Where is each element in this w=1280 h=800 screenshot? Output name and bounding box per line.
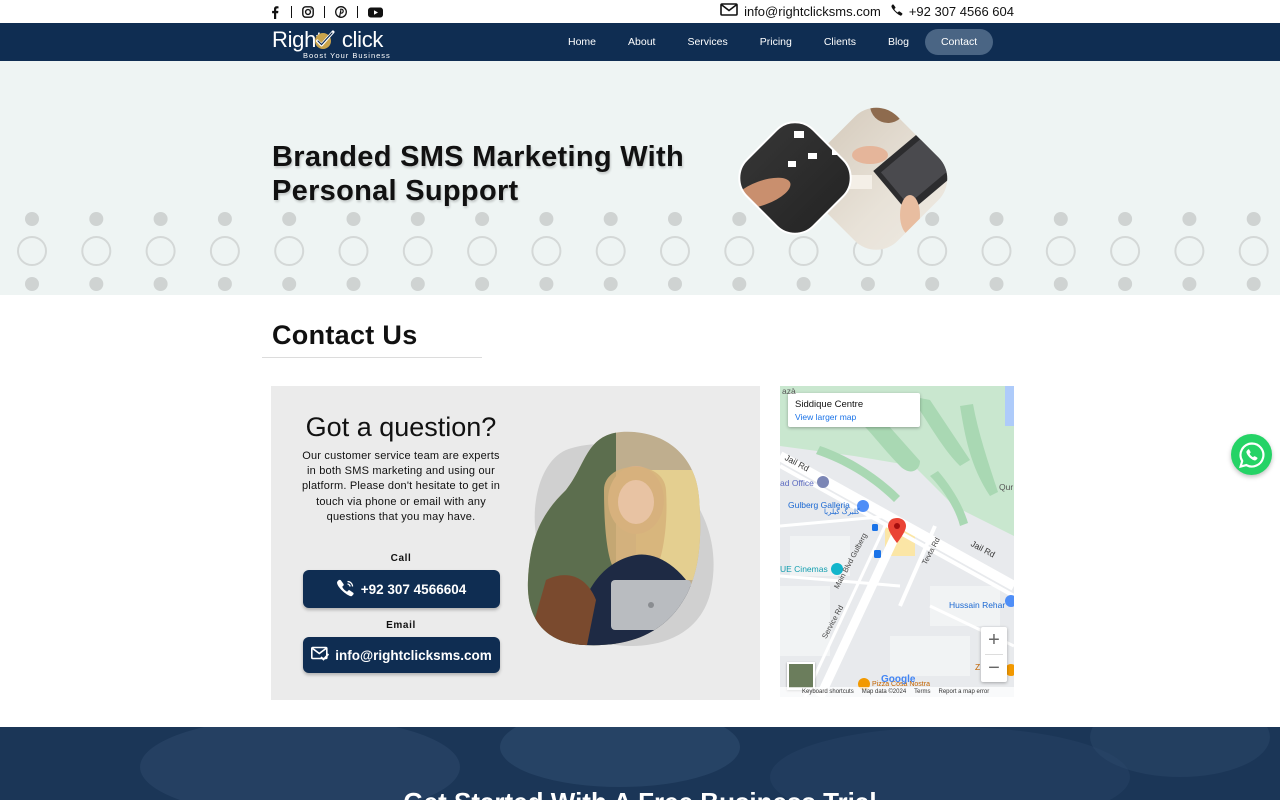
nav-about[interactable]: About (612, 29, 671, 55)
instagram-icon[interactable] (301, 5, 315, 19)
zoom-out-button[interactable]: − (981, 655, 1007, 682)
call-label: Call (390, 553, 412, 564)
youtube-icon[interactable] (367, 5, 383, 19)
email-button[interactable]: info@rightclicksms.com (303, 637, 500, 673)
top-email-text: info@rightclicksms.com (744, 3, 881, 19)
nav-clients[interactable]: Clients (808, 29, 872, 55)
nav-pricing[interactable]: Pricing (744, 29, 808, 55)
top-email[interactable]: info@rightclicksms.com (720, 3, 881, 19)
top-contact-info: info@rightclicksms.com +92 307 4566 604 (720, 3, 1014, 19)
cta-band: Get Started With A Free Business Trial (0, 727, 1280, 800)
dot-circle-pattern (17, 212, 1269, 291)
whatsapp-icon (1238, 441, 1264, 468)
map-label: UE Cinemas (780, 564, 828, 574)
question-title: Got a question? (305, 412, 497, 442)
hero-title: Branded SMS Marketing With Personal Suppo… (272, 141, 684, 207)
map-zoom-controls: + − (981, 627, 1007, 682)
logo-check-icon (315, 30, 335, 49)
phone-call-icon (336, 579, 355, 600)
facebook-icon[interactable] (268, 5, 282, 19)
keyboard-shortcuts-link[interactable]: Keyboard shortcuts (802, 689, 854, 695)
map-place-card: Siddique Centre View larger map (788, 393, 920, 427)
map-label: گلبرگ گیلریا (824, 509, 860, 516)
nav-blog[interactable]: Blog (872, 29, 925, 55)
call-button-label: +92 307 4566604 (360, 581, 467, 597)
map-satellite-toggle[interactable] (787, 662, 815, 690)
contact-us-heading: Contact Us (272, 320, 418, 350)
question-body: Our customer service team are experts in… (301, 450, 501, 523)
main-navbar: Right click Boost Your Business Home Abou… (0, 23, 1280, 61)
email-button-label: info@rightclicksms.com (335, 647, 492, 663)
phone-icon (891, 3, 903, 19)
nav-menu: Home About Services Pricing Clients Blog… (552, 29, 994, 55)
hero-banner: Branded SMS Marketing With Personal Suppo… (0, 61, 1280, 295)
divider (357, 6, 358, 18)
top-phone-text: +92 307 4566 604 (908, 3, 1014, 19)
view-larger-map-link[interactable]: View larger map (795, 412, 856, 422)
map-place-title: Siddique Centre (795, 399, 864, 410)
terms-link[interactable]: Terms (914, 689, 930, 695)
top-phone[interactable]: +92 307 4566 604 (891, 4, 1014, 19)
heading-divider (262, 357, 482, 358)
logo[interactable]: Right click Boost Your Business (272, 27, 392, 60)
divider (291, 6, 292, 18)
map-label: ad Office (780, 478, 814, 488)
whatsapp-chat-button[interactable] (1231, 434, 1272, 475)
cta-title: Get Started With A Free Business Trial (0, 787, 1280, 800)
nav-services[interactable]: Services (671, 29, 743, 55)
map-data-text: Map data ©2024 (861, 689, 907, 695)
google-logo: Google (881, 674, 916, 685)
hero-diamond-photos (728, 95, 960, 263)
nav-contact[interactable]: Contact (924, 29, 994, 55)
map-label: Qur (999, 482, 1014, 492)
map-label: azà (782, 386, 796, 396)
map-footer: Keyboard shortcuts Map data ©2024 Terms … (780, 687, 1014, 697)
pinterest-icon[interactable] (334, 5, 348, 19)
envelope-icon (720, 3, 738, 19)
top-utility-bar: info@rightclicksms.com +92 307 4566 604 (0, 0, 1280, 23)
support-agent-photo (527, 431, 714, 646)
social-links (268, 4, 383, 20)
call-button[interactable]: +92 307 4566604 (303, 570, 500, 608)
logo-tagline: Boost Your Business (303, 51, 391, 60)
report-map-error-link[interactable]: Report a map error (939, 689, 990, 695)
google-map-embed[interactable]: Siddique Centre View larger map azà Jail… (780, 386, 1014, 697)
map-label: Hussain Rehar (949, 600, 1006, 610)
map-label: Z (975, 662, 981, 672)
email-label: Email (386, 620, 416, 631)
divider (324, 6, 325, 18)
question-card: Got a question? Our customer service tea… (271, 386, 760, 700)
mail-check-icon (311, 646, 330, 664)
nav-home[interactable]: Home (552, 29, 612, 55)
zoom-in-button[interactable]: + (981, 627, 1007, 654)
